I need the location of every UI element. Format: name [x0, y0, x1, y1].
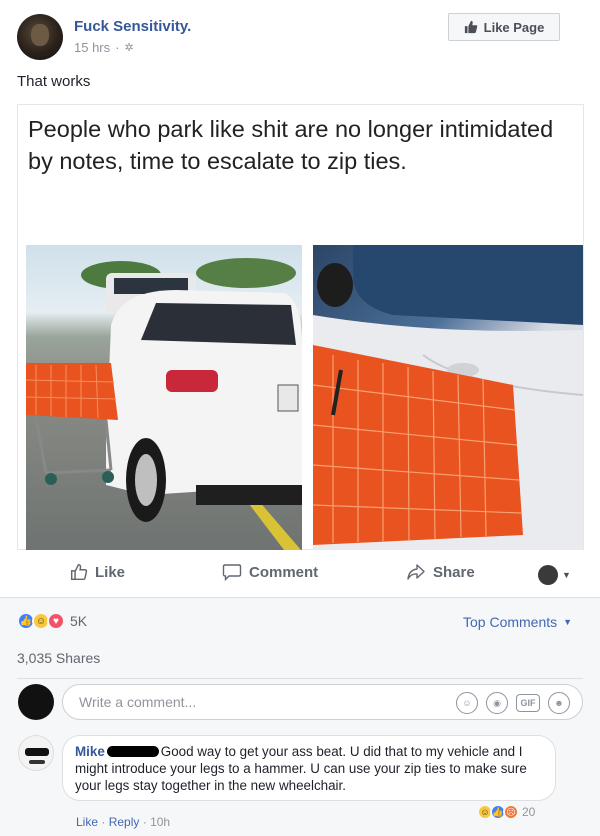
redaction-bar — [106, 746, 159, 757]
page-avatar[interactable] — [17, 14, 63, 60]
comment-like-link[interactable]: Like — [76, 815, 98, 829]
comment-sort-dropdown[interactable]: Top Comments ▼ — [463, 614, 572, 630]
like-page-button[interactable]: Like Page — [448, 13, 560, 41]
comment-bubble: Mike Good way to get your ass beat. U did… — [62, 735, 556, 801]
viewer-avatar — [18, 684, 54, 720]
comment-reaction-count: 20 — [522, 805, 536, 819]
share-arrow-icon — [407, 564, 425, 580]
post-text: That works — [17, 73, 91, 90]
post-action-bar: Like Comment Share ▼ — [0, 555, 600, 595]
comment-composer[interactable]: ☺ ◉ GIF ☻ — [62, 684, 583, 720]
composer-tools: ☺ ◉ GIF ☻ — [456, 692, 570, 714]
emoji-icon[interactable]: ☺ — [456, 692, 478, 714]
cart-closeup-illustration — [313, 245, 583, 550]
angry-reaction-icon: ☹ — [503, 804, 519, 820]
car-rear-illustration — [26, 258, 302, 550]
share-count[interactable]: 3,035 Shares — [17, 650, 100, 666]
globe-icon: ✲ — [124, 42, 134, 54]
share-label: Share — [433, 563, 475, 581]
comment-bubble-icon — [222, 564, 242, 581]
post-as-selector[interactable]: ▼ — [538, 565, 571, 585]
meme-caption: People who park like shit are no longer … — [28, 116, 554, 174]
chevron-down-icon: ▼ — [562, 570, 571, 580]
camera-icon[interactable]: ◉ — [486, 692, 508, 714]
post-image[interactable]: People who park like shit are no longer … — [17, 104, 584, 550]
reaction-summary[interactable]: 👍 ☺ ♥ 5K — [17, 612, 87, 630]
photo-cart-behind-car — [26, 245, 302, 550]
comment-actions: Like · Reply · 10h — [76, 815, 171, 829]
like-button[interactable]: Like — [70, 563, 125, 581]
like-label: Like — [95, 563, 126, 581]
commenter-avatar[interactable] — [18, 735, 54, 771]
chevron-down-icon: ▼ — [563, 617, 573, 627]
divider — [17, 678, 583, 679]
comment-label: Comment — [249, 563, 319, 581]
like-page-label: Like Page — [483, 19, 545, 35]
comment-sort-label: Top Comments — [463, 614, 558, 630]
post-footer: 👍 ☺ ♥ 5K Top Comments ▼ 3,035 Shares ☺ ◉… — [0, 597, 600, 836]
post-meta: 15 hrs · ✲ — [74, 40, 134, 55]
photo-cart-zip-tied — [313, 245, 583, 550]
commenter-name[interactable]: Mike — [75, 744, 105, 759]
viewer-avatar — [538, 565, 558, 585]
comment-button[interactable]: Comment — [222, 563, 318, 581]
facebook-post: Fuck Sensitivity. 15 hrs · ✲ Like Page T… — [0, 0, 600, 836]
love-reaction-icon: ♥ — [47, 612, 65, 630]
comment-reactions[interactable]: ☺ 👍 ☹ 20 — [477, 804, 535, 820]
reaction-count: 5K — [70, 613, 88, 629]
comment-timestamp[interactable]: 10h — [150, 815, 170, 829]
post-timestamp[interactable]: 15 hrs — [74, 40, 110, 55]
thumbs-up-icon — [464, 20, 477, 34]
sticker-icon[interactable]: ☻ — [548, 692, 570, 714]
share-button[interactable]: Share — [406, 563, 475, 581]
comment-reply-link[interactable]: Reply — [109, 815, 140, 829]
page-name[interactable]: Fuck Sensitivity. — [74, 18, 191, 35]
gif-icon[interactable]: GIF — [516, 694, 540, 712]
thumbs-up-icon — [70, 563, 88, 581]
comment-input[interactable] — [77, 693, 437, 711]
